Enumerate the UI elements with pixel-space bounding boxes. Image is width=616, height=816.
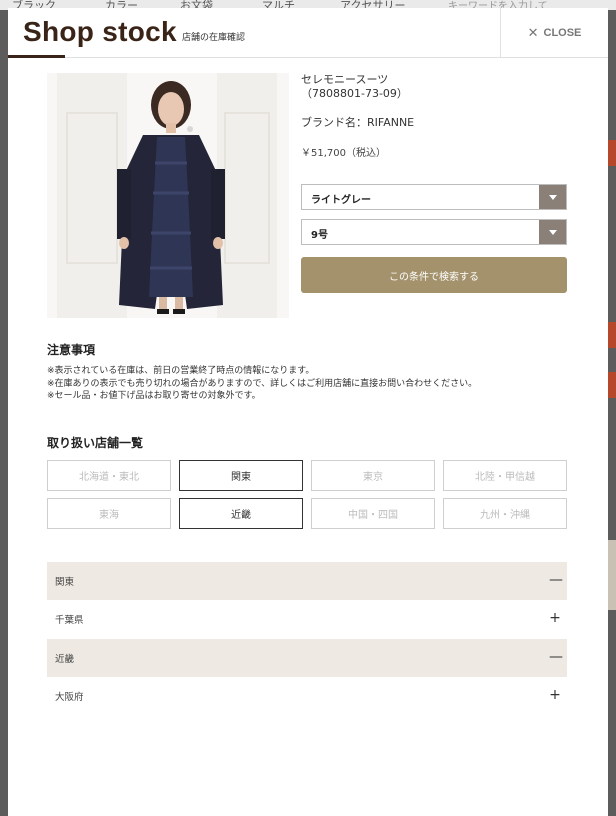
collapse-icon: — [549,649,563,665]
collapse-icon: — [549,572,563,588]
notes-text: ※表示されている在庫は、前日の営業終了時点の情報になります。 ※在庫ありの表示で… [47,365,477,403]
region-tab[interactable]: 関東 [179,460,303,491]
product-info: セレモニースーツ （7808801-73-09） ブランド名：RIFANNE ￥… [301,73,571,159]
expand-icon: + [549,687,561,703]
bg-side-tab [607,322,616,348]
modal-header: Shop stock 店舗の在庫確認 ✕ CLOSE [8,8,608,58]
region-tab[interactable]: 東海 [47,498,171,529]
note-line: ※セール品・お値下げ品はお取り寄せの対象外です。 [47,391,261,401]
region-tab[interactable]: 北海道・東北 [47,460,171,491]
product-name: セレモニースーツ [301,73,389,86]
region-tab[interactable]: 中国・四国 [311,498,435,529]
size-select[interactable]: 9号 [301,219,567,245]
title-underline [8,55,65,58]
store-list-heading: 取り扱い店舗一覧 [47,436,144,450]
note-line: ※在庫ありの表示でも売り切れの場合がありますので、詳しくはご利用店舗に直接お問い… [47,378,478,389]
accordion-label: 関東 [55,577,75,588]
product-image [47,73,289,318]
accordion-prefecture-row[interactable]: 千葉県 + [47,600,567,638]
close-label: CLOSE [543,27,582,39]
note-line: ※表示されている在庫は、前日の営業終了時点の情報になります。 [47,366,315,376]
product-price: ￥51,700（税込） [301,148,386,159]
region-tab[interactable]: 近畿 [179,498,303,529]
bg-side-tab [607,140,616,166]
close-button[interactable]: ✕ CLOSE [500,8,608,58]
region-tab[interactable]: 東京 [311,460,435,491]
region-tab[interactable]: 北陸・甲信越 [443,460,567,491]
notes-heading: 注意事項 [47,343,96,357]
modal-subtitle: 店舗の在庫確認 [182,33,246,43]
bg-side-strip [607,540,616,610]
shop-stock-modal: Shop stock 店舗の在庫確認 ✕ CLOSE セレモニースーツ （780… [8,8,608,816]
product-brand: ブランド名：RIFANNE [301,116,415,129]
close-icon: ✕ [527,25,539,41]
modal-title: Shop stock [23,16,177,47]
accordion-region-header[interactable]: 近畿 — [47,639,567,677]
product-code: （7808801-73-09） [301,87,408,100]
color-select-value: ライトグレー [311,195,371,206]
chevron-down-icon [539,220,566,244]
accordion-region-header[interactable]: 関東 — [47,562,567,600]
accordion-label: 大阪府 [55,692,84,703]
region-tab[interactable]: 九州・沖縄 [443,498,567,529]
accordion-label: 千葉県 [55,615,84,626]
accordion-prefecture-row[interactable]: 大阪府 + [47,677,567,715]
size-select-value: 9号 [311,230,328,241]
product-photo [47,73,289,318]
bg-side-tab [607,372,616,398]
chevron-down-icon [539,185,566,209]
color-select[interactable]: ライトグレー [301,184,567,210]
accordion-label: 近畿 [55,654,75,665]
search-button[interactable]: この条件で検索する [301,257,567,293]
expand-icon: + [549,610,561,626]
